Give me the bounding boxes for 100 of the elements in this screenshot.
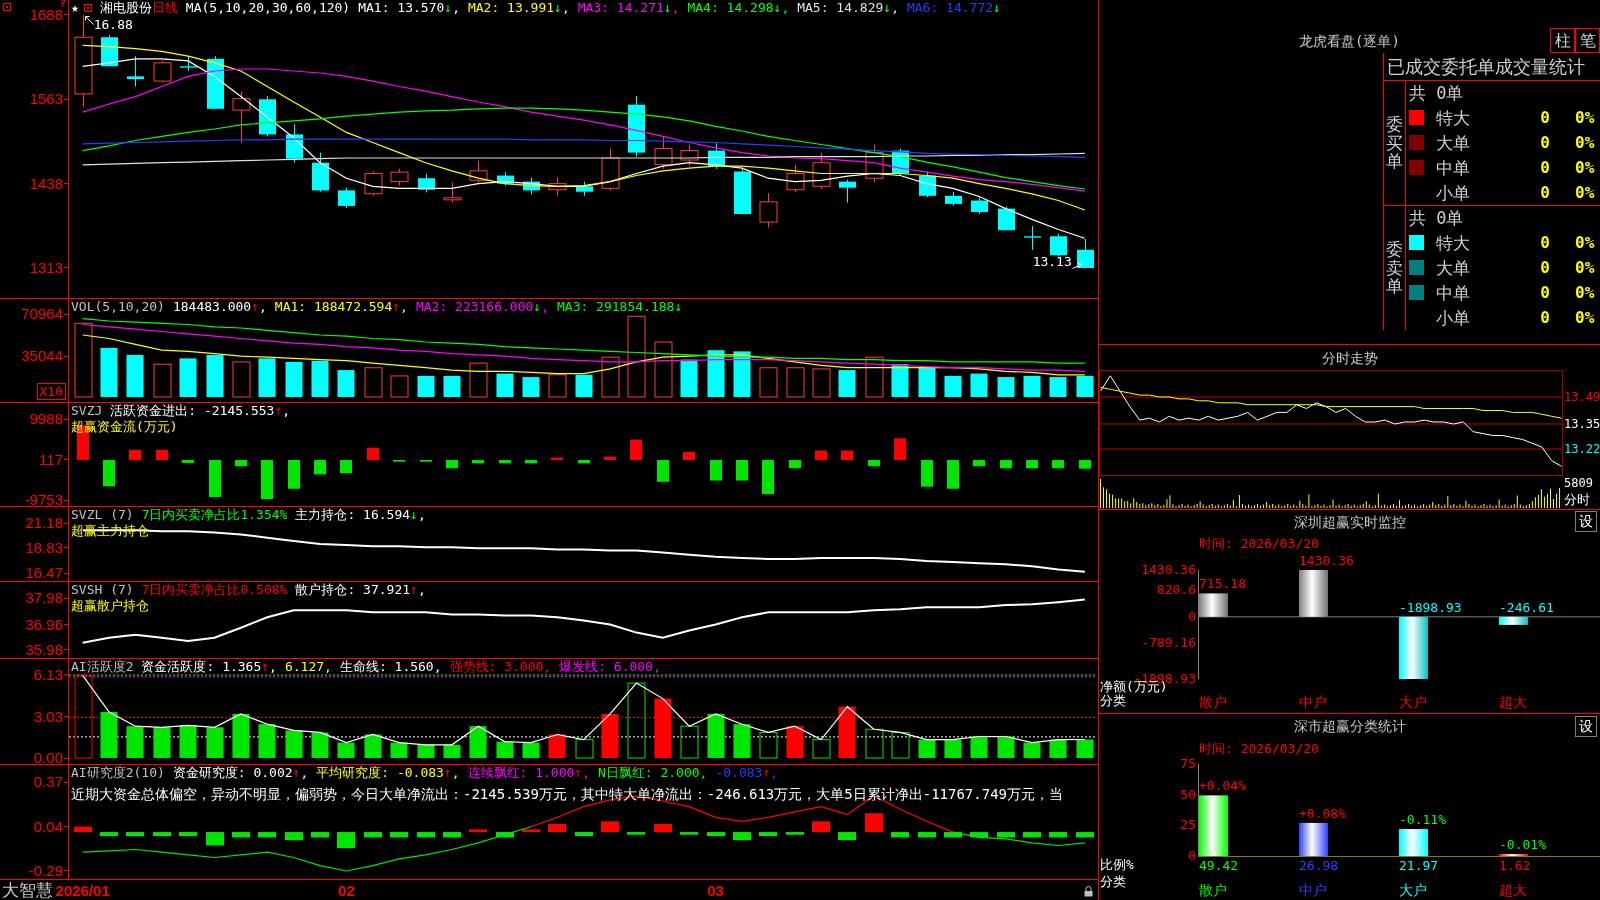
change-label: -0.11% (1399, 813, 1446, 828)
order-count: 0 (1539, 283, 1550, 302)
axis-tick-label: 50 (1180, 787, 1196, 802)
order-size-label: 中单 (1436, 157, 1471, 178)
brand-label: 大智慧 (2, 880, 53, 900)
order-size-label: 大单 (1436, 257, 1471, 278)
axis-tick-label: 1438 (29, 176, 63, 191)
axis-tick-label: 0.00 (33, 751, 63, 766)
indicator-readout: MA1: 188472.594↑, (274, 299, 408, 315)
indicator-readout: 连续飘红: 1.000↑, (467, 765, 590, 781)
indicator-readout: 散户持仓: 37.921↑, (295, 582, 426, 598)
indicator-readout: 资金活跃度: 1.365↑, (141, 659, 277, 675)
axis-tick-label: 117 (39, 452, 63, 467)
indicator-readout: 7日内买卖净占比1.354% (141, 507, 288, 523)
axis-tick-label: 3.03 (33, 710, 63, 724)
axis-tick-label: 6.13 (33, 668, 63, 682)
axis-tick-label: 16.47 (25, 566, 63, 581)
total-count: 共 0单 (1409, 83, 1464, 103)
axis-tick-label: 0 (1188, 609, 1196, 624)
axis-tick-label: 35.98 (25, 642, 63, 657)
axis-tick-label: 21.18 (25, 516, 63, 531)
indicator-readout: AI活跃度2 (71, 659, 134, 675)
axis-tick-label: -9753 (24, 493, 63, 508)
table-title: 已成交委托单成交量统计 (1387, 56, 1585, 77)
axis-tick-label: 13.35 (1564, 416, 1600, 431)
indicator-readout: SVZL (7) (71, 507, 134, 523)
category-label: 中户 (1299, 882, 1327, 898)
axis-tick-label: 35044 (21, 349, 63, 363)
axis-tick-label: 0.04 (33, 819, 63, 834)
indicator-readout: MA3: 291854.188↓ (557, 299, 683, 315)
order-count: 0 (1539, 183, 1550, 202)
axis-tick-label: 1313 (29, 260, 63, 275)
change-label: +0.08% (1299, 806, 1346, 821)
bar-value-label: -246.61 (1499, 600, 1554, 615)
order-percent: 0% (1575, 308, 1595, 327)
date-label: 03 (707, 882, 724, 899)
axis-tick-label: 36.96 (25, 617, 63, 632)
axis-title: 分类 (1100, 694, 1126, 708)
order-count: 0 (1539, 233, 1550, 252)
order-size-label: 小单 (1436, 307, 1471, 328)
indicator-readout: 184483.000↑, (172, 299, 267, 315)
order-percent: 0% (1575, 183, 1595, 202)
order-size-label: 特大 (1436, 107, 1471, 128)
order-count: 0 (1539, 133, 1550, 152)
total-count: 共 0单 (1409, 208, 1464, 228)
bar-value-label: -1898.93 (1399, 600, 1462, 615)
bar-value-label: 715.18 (1199, 577, 1246, 592)
order-size-label: 大单 (1436, 132, 1471, 153)
indicator-readout: 资金研究度: 0.002↑, (172, 765, 309, 781)
timestamp: 时间: 2026/03/20 (1199, 535, 1319, 551)
axis-title: 分类 (1100, 875, 1126, 889)
category-label: 超大 (1499, 882, 1527, 898)
order-count: 0 (1539, 108, 1550, 127)
indicator-readout: SVZJ (71, 403, 103, 419)
indicator-readout: AI研究度2(10) (71, 765, 165, 781)
bar-value-label: 21.97 (1399, 859, 1439, 873)
date-label: 02 (338, 882, 355, 899)
axis-tick-label: 9988 (29, 412, 63, 427)
axis-title: 分时 (1564, 493, 1591, 507)
panel-title: 深市超赢分类统计 (1293, 718, 1406, 734)
timestamp: 时间: 2026/03/20 (1199, 740, 1319, 756)
axis-tick-label: 37.98 (25, 591, 63, 606)
order-count: 0 (1539, 258, 1550, 277)
indicator-readout: 平均研究度: -0.083↑, (316, 765, 460, 781)
indicator-readout: 爆发线: 6.000, (559, 659, 661, 675)
order-percent: 0% (1575, 133, 1595, 152)
indicator-readout: 生命线: 1.560, (339, 659, 442, 675)
panel-title: 分时走势 (1321, 349, 1378, 366)
date-label: 2026/01 (55, 882, 110, 899)
order-size-label: 小单 (1436, 182, 1471, 203)
indicator-readout: 强势线: 3.000, (449, 659, 552, 675)
axis-tick-label: 75 (1180, 757, 1196, 771)
category-label: 散户 (1199, 882, 1227, 898)
axis-tick-label: -789.16 (1141, 635, 1196, 650)
indicator-subtitle: 超赢散户持仓 (71, 598, 149, 613)
axis-tick-label: 0 (1188, 849, 1196, 863)
category-label: 大户 (1399, 882, 1427, 898)
bar-value-label: 26.98 (1299, 859, 1339, 873)
order-size-label: 中单 (1436, 282, 1471, 303)
axis-tick-label: 820.6 (1156, 582, 1196, 597)
indicator-readout: MA2: 223166.000↓, (415, 299, 549, 315)
change-label: +0.04% (1199, 779, 1246, 794)
indicator-subtitle: 超赢资金流(万元) (71, 419, 178, 434)
category-label: 超大 (1499, 694, 1527, 710)
axis-tick-label: -0.29 (28, 863, 63, 878)
order-percent: 0% (1575, 108, 1595, 127)
category-label: 散户 (1199, 694, 1227, 710)
order-percent: 0% (1575, 283, 1595, 302)
category-label: 大户 (1399, 694, 1427, 710)
panel-title: 深圳超赢实时监控 (1293, 513, 1406, 530)
group-label: 委卖单 (1386, 239, 1403, 297)
axis-tick-label: 70964 (21, 307, 63, 321)
indicator-readout: 6.127, (284, 659, 332, 675)
change-label: -0.01% (1499, 838, 1546, 852)
indicator-readout: 7日内买卖净占比0.508% (141, 582, 288, 598)
bar-value-label: 1430.36 (1299, 554, 1354, 568)
axis-tick-label: 1430.36 (1141, 563, 1196, 577)
indicator-readout: -0.083↑, (715, 765, 779, 781)
axis-tick-label: 18.83 (25, 540, 63, 555)
category-label: 中户 (1299, 694, 1327, 710)
